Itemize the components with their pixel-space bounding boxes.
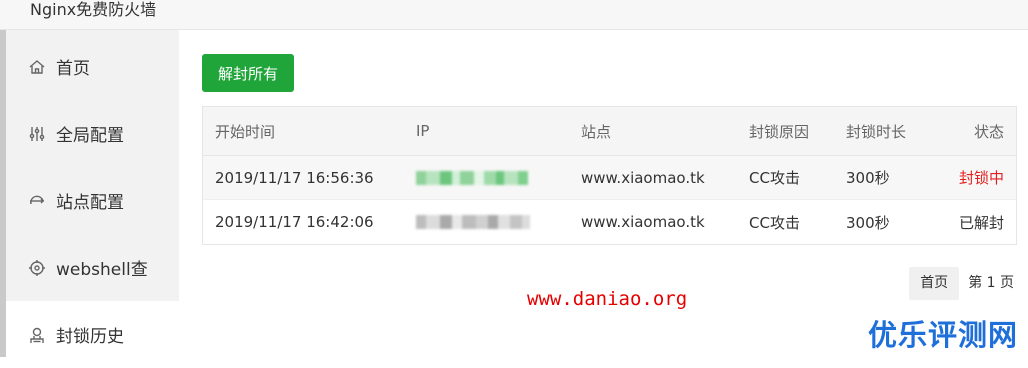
cell-duration: 300秒 xyxy=(846,169,890,187)
status-badge: 封锁中 xyxy=(958,169,1004,187)
redacted-ip-mosaic xyxy=(416,215,530,229)
history-icon xyxy=(28,326,46,344)
cell-reason: CC攻击 xyxy=(749,213,800,232)
cell-start-time: 2019/11/17 16:56:36 xyxy=(215,168,374,187)
target-icon xyxy=(28,259,46,277)
sidebar-item-label: 封锁历史 xyxy=(56,327,124,347)
column-header-site: 站点 xyxy=(581,122,612,141)
column-header-ip: IP xyxy=(416,122,430,140)
column-header-duration: 封锁时长 xyxy=(846,122,907,141)
cell-site: www.xiaomao.tk xyxy=(581,213,705,231)
unblock-all-button[interactable]: 解封所有 xyxy=(202,54,294,92)
column-header-status: 状态 xyxy=(973,122,1004,141)
watermark-url: www.daniao.org xyxy=(527,288,688,310)
window-title: Nginx免费防火墙 xyxy=(30,0,157,19)
sidebar-item-global-config[interactable]: 全局配置 xyxy=(6,100,179,167)
sidebar-item-webshell[interactable]: webshell查 xyxy=(6,234,179,301)
page-indicator: 第 1 页 xyxy=(968,275,1014,291)
column-header-reason: 封锁原因 xyxy=(749,122,810,141)
table-row: 2019/11/17 16:56:36 www.xiaomao.tk CC攻击 … xyxy=(203,156,1016,200)
first-page-button[interactable]: 首页 xyxy=(909,267,960,300)
pagination: 首页 第 1 页 xyxy=(909,267,1014,300)
title-bar: Nginx免费防火墙 xyxy=(0,0,1028,30)
sidebar-item-block-history[interactable]: 封锁历史 xyxy=(6,301,179,368)
sidebar: 首页 全局配置 站点配置 webshell查 封锁历史 xyxy=(6,30,179,368)
cell-reason: CC攻击 xyxy=(749,169,800,187)
cell-start-time: 2019/11/17 16:42:06 xyxy=(215,213,374,231)
block-history-table: 开始时间 IP 站点 封锁原因 封锁时长 状态 2019/11/17 16:56… xyxy=(202,106,1017,245)
cell-site: www.xiaomao.tk xyxy=(581,168,705,187)
sidebar-item-home[interactable]: 首页 xyxy=(6,33,179,100)
sliders-icon xyxy=(28,125,46,143)
site-icon xyxy=(28,192,46,210)
redacted-ip-mosaic xyxy=(416,170,528,185)
sidebar-item-label: webshell查 xyxy=(56,260,148,280)
column-header-start-time: 开始时间 xyxy=(215,122,276,141)
cell-ip-redacted xyxy=(416,156,528,199)
watermark-brand: 优乐评测网 xyxy=(868,318,1019,352)
table-header: 开始时间 IP 站点 封锁原因 封锁时长 状态 xyxy=(203,107,1016,156)
table-row: 2019/11/17 16:42:06 www.xiaomao.tk CC攻击 … xyxy=(203,200,1016,244)
cell-ip-redacted xyxy=(416,200,530,244)
status-badge: 已解封 xyxy=(958,213,1004,232)
cell-duration: 300秒 xyxy=(846,213,890,232)
sidebar-item-label: 全局配置 xyxy=(56,126,124,146)
sidebar-item-label: 站点配置 xyxy=(56,193,124,213)
home-icon xyxy=(28,58,46,76)
sidebar-item-site-config[interactable]: 站点配置 xyxy=(6,167,179,234)
sidebar-item-label: 首页 xyxy=(56,59,90,79)
